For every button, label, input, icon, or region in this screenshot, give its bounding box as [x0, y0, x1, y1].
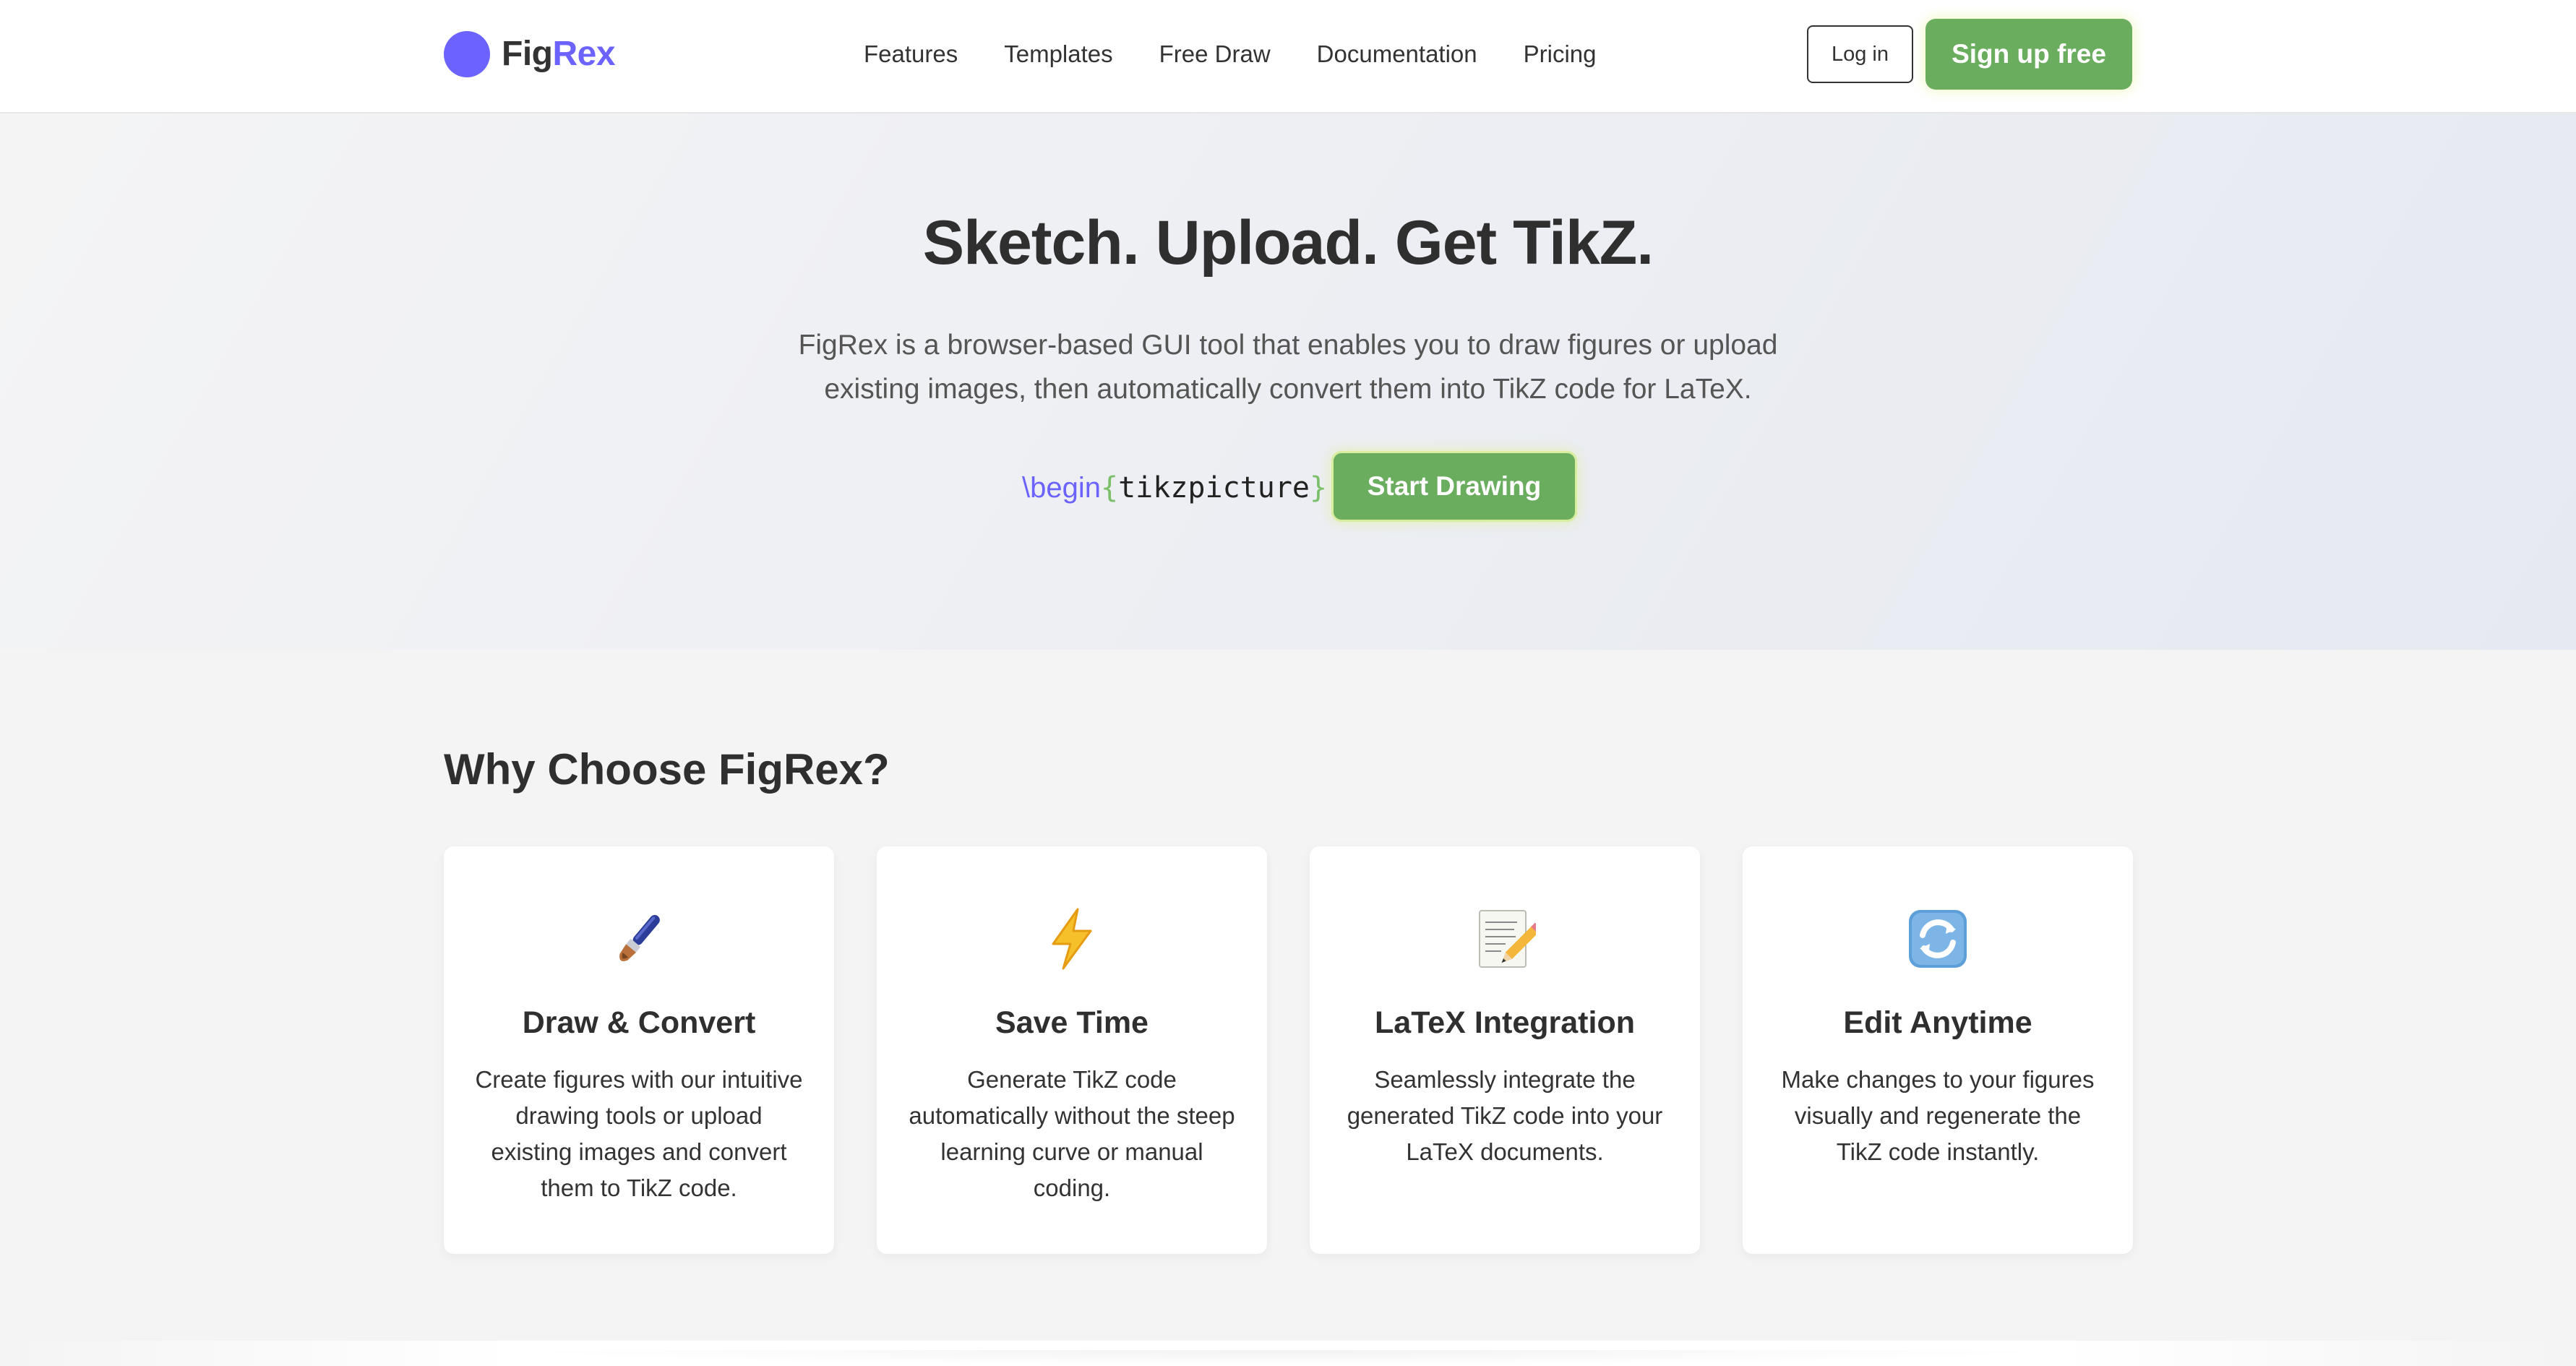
brand-logo[interactable]: FigRex: [444, 31, 616, 77]
top-navbar: FigRex Features Templates Free Draw Docu…: [0, 0, 2576, 113]
circle-logo-icon: [444, 31, 490, 77]
feature-card-description: Seamlessly integrate the generated TikZ …: [1347, 1066, 1663, 1165]
tikz-code-snippet: \begin{tikzpicture}: [1022, 466, 1327, 510]
code-close-brace: }: [1309, 471, 1328, 504]
feature-card-save-time: Save Time Generate TikZ code automatical…: [877, 846, 1267, 1254]
feature-card-draw-convert: Draw & Convert Create figures with our i…: [444, 846, 834, 1254]
feature-card-title: Draw & Convert: [522, 1005, 756, 1040]
feature-card-edit-anytime: Edit Anytime Make changes to your figure…: [1743, 846, 2133, 1254]
hero-title: Sketch. Upload. Get TikZ.: [922, 208, 1654, 278]
main-nav: Features Templates Free Draw Documentati…: [864, 36, 1597, 72]
nav-link-features[interactable]: Features: [864, 40, 958, 68]
nav-link-free-draw[interactable]: Free Draw: [1159, 40, 1271, 68]
feature-card-description: Create figures with our intuitive drawin…: [475, 1066, 803, 1201]
code-command: \begin: [1022, 472, 1101, 504]
feature-card-title: Edit Anytime: [1843, 1005, 2032, 1040]
feature-card-title: Save Time: [995, 1005, 1149, 1040]
features-section-title: Why Choose FigRex?: [444, 745, 890, 794]
login-button[interactable]: Log in: [1807, 25, 1913, 83]
code-open-brace: {: [1100, 471, 1119, 504]
start-drawing-button[interactable]: Start Drawing: [1331, 451, 1577, 522]
feature-card-latex-integration: LaTeX Integration Seamlessly integrate t…: [1310, 846, 1700, 1254]
nav-link-documentation[interactable]: Documentation: [1317, 40, 1477, 68]
brand-name-part2: Rex: [552, 35, 616, 73]
feature-card-title: LaTeX Integration: [1375, 1005, 1635, 1040]
memo-pencil-icon: [1310, 903, 1700, 975]
code-environment: tikzpicture: [1118, 471, 1310, 504]
brand-name-part1: Fig: [502, 35, 553, 73]
hero-section: Sketch. Upload. Get TikZ. FigRex is a br…: [0, 113, 2576, 650]
hero-description: FigRex is a browser-based GUI tool that …: [798, 330, 1778, 405]
brand-name: FigRex: [502, 31, 616, 77]
signup-button[interactable]: Sign up free: [1925, 19, 2132, 90]
nav-link-pricing[interactable]: Pricing: [1524, 40, 1597, 68]
nav-link-templates[interactable]: Templates: [1004, 40, 1112, 68]
feature-card-description: Make changes to your figures visually an…: [1781, 1066, 2095, 1165]
feature-card-description: Generate TikZ code automatically without…: [909, 1066, 1235, 1201]
refresh-icon: [1743, 903, 2133, 975]
next-section-shadow: [506, 1350, 2067, 1366]
lightning-icon: [877, 903, 1267, 975]
paintbrush-icon: [444, 903, 834, 975]
